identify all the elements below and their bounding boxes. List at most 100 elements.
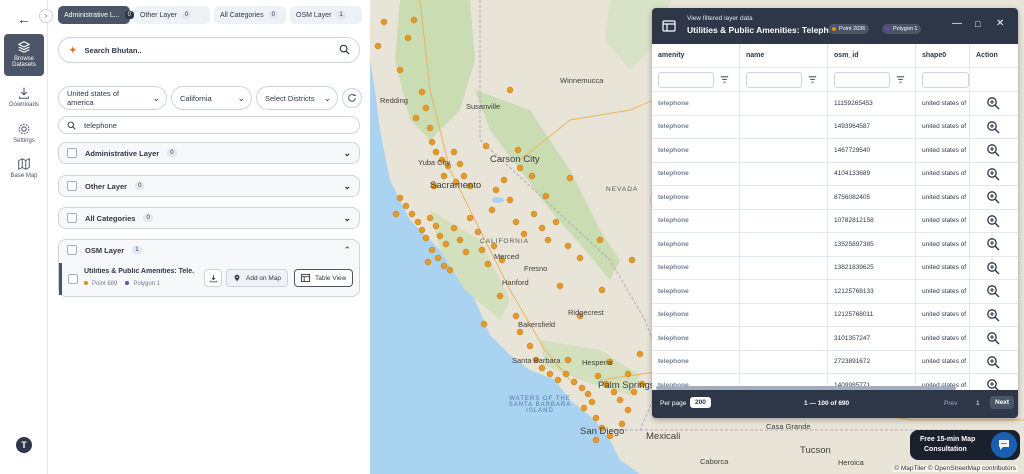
zoom-to-icon[interactable]: [986, 190, 1000, 204]
cell-action: [970, 280, 1018, 303]
table-row[interactable]: telephone 11159265453 united states of: [652, 92, 1018, 116]
refresh-icon: [348, 93, 356, 102]
count-badge: 0: [143, 214, 153, 222]
next-page-button[interactable]: Next: [990, 396, 1015, 409]
tab-other-layer[interactable]: Other Layer 0: [134, 6, 210, 24]
country-select[interactable]: United states of america ⌄: [58, 86, 167, 110]
rail-item-browse-datasets[interactable]: Browse Datasets: [4, 34, 44, 76]
table-row[interactable]: telephone 2723891672 united states of: [652, 350, 1018, 374]
close-icon[interactable]: ✕: [996, 18, 1004, 29]
chat-icon[interactable]: [991, 432, 1017, 458]
table-view-button[interactable]: Table View: [294, 269, 354, 287]
point-count-badge: Point 2036: [828, 24, 870, 34]
table-row[interactable]: telephone 13525897385 united states of: [652, 233, 1018, 257]
chevron-down-icon[interactable]: ⌄: [343, 148, 351, 159]
panel-collapse-button[interactable]: ›: [39, 9, 53, 23]
accordion-other-layer[interactable]: Other Layer 0 ⌄: [58, 175, 360, 197]
layer-checkbox[interactable]: [67, 213, 77, 223]
zoom-to-icon[interactable]: [986, 261, 1000, 275]
rail-item-base-map[interactable]: Base Map: [4, 157, 44, 179]
prev-page-button[interactable]: Prev: [944, 400, 957, 407]
filter-icon[interactable]: [720, 75, 729, 84]
column-header-shape0[interactable]: shape0: [916, 44, 970, 67]
layer-item-meta: Point 689 Polygon 1: [84, 281, 160, 287]
layer-checkbox[interactable]: [67, 245, 77, 255]
add-on-map-button[interactable]: Add on Map: [226, 269, 289, 287]
map-label-city: Susanville: [466, 102, 501, 111]
maximize-icon[interactable]: □: [975, 19, 980, 29]
column-header-amenity[interactable]: amenity: [652, 44, 740, 67]
zoom-to-icon[interactable]: [986, 331, 1000, 345]
zoom-to-icon[interactable]: [986, 96, 1000, 110]
cell-shape0: united states of: [916, 139, 970, 162]
map-label-city: Tucson: [800, 445, 831, 456]
table-row[interactable]: telephone 12125768011 united states of: [652, 303, 1018, 327]
back-arrow-icon[interactable]: ←: [15, 10, 33, 28]
layer-search-input[interactable]: telephone: [58, 116, 360, 134]
map-label-city: Mexicali: [646, 431, 681, 442]
zoom-to-icon[interactable]: [986, 355, 1000, 369]
accordion-all-categories[interactable]: All Categories 0 ⌄: [58, 207, 360, 229]
layer-checkbox[interactable]: [67, 148, 77, 158]
cell-shape0: united states of: [916, 186, 970, 209]
zoom-to-icon[interactable]: [986, 284, 1000, 298]
table-row[interactable]: telephone 1493964587 united states of: [652, 115, 1018, 139]
amenity-filter-input[interactable]: [658, 71, 714, 88]
tab-administrative-layer[interactable]: Administrative L... 0: [58, 6, 134, 24]
polygon-dot-icon: [886, 27, 890, 31]
zoom-to-icon[interactable]: [986, 214, 1000, 228]
chevron-down-icon[interactable]: ⌄: [343, 213, 351, 224]
map-attribution[interactable]: © MapTiler © OpenStreetMap contributors: [892, 465, 1018, 472]
table-row[interactable]: telephone 10782812158 united states of: [652, 209, 1018, 233]
table-row[interactable]: telephone 8756082405 united states of: [652, 186, 1018, 210]
tab-count-badge: 1: [336, 11, 346, 19]
table-icon: [662, 20, 676, 32]
rail-item-settings[interactable]: Settings: [4, 122, 44, 144]
table-row[interactable]: telephone 4104133689 united states of: [652, 162, 1018, 186]
cell-action: [970, 92, 1018, 115]
cell-shape0: united states of: [916, 280, 970, 303]
consultation-button[interactable]: Free 15-min Map Consultation: [910, 430, 1020, 460]
avatar[interactable]: T: [16, 437, 32, 453]
chevron-down-icon[interactable]: ⌄: [343, 181, 351, 192]
tab-all-categories[interactable]: All Categories 0: [214, 6, 286, 24]
layer-checkbox[interactable]: [67, 181, 77, 191]
state-select[interactable]: California ⌄: [171, 86, 252, 110]
layer-item-checkbox[interactable]: [68, 274, 78, 284]
zoom-to-icon[interactable]: [986, 308, 1000, 322]
filter-icon[interactable]: [896, 75, 905, 84]
osm-layer-header[interactable]: OSM Layer 1: [67, 245, 142, 255]
district-select[interactable]: Select Districts ⌄: [256, 86, 338, 110]
search-icon[interactable]: [339, 44, 350, 55]
tab-osm-layer[interactable]: OSM Layer 1: [290, 6, 362, 24]
count-badge: 0: [135, 182, 145, 190]
shape0-filter-input[interactable]: [922, 71, 969, 88]
osm-id-filter-input[interactable]: [834, 71, 890, 88]
table-row[interactable]: telephone 13821839625 united states of: [652, 256, 1018, 280]
cell-name: [740, 115, 828, 138]
table-row[interactable]: telephone 12125768133 united states of: [652, 280, 1018, 304]
column-header-name[interactable]: name: [740, 44, 828, 67]
zoom-to-icon[interactable]: [986, 167, 1000, 181]
map-label-state: NEVADA: [606, 186, 639, 193]
map-label-city: Hanford: [502, 278, 529, 287]
zoom-to-icon[interactable]: [986, 237, 1000, 251]
table-row[interactable]: telephone 3101357247 united states of: [652, 327, 1018, 351]
minimize-icon[interactable]: —: [952, 18, 962, 29]
filter-cell-shape0: [916, 68, 970, 91]
zoom-to-icon[interactable]: [986, 143, 1000, 157]
zoom-to-icon[interactable]: [986, 120, 1000, 134]
per-page-select[interactable]: 200: [690, 397, 711, 408]
download-button[interactable]: [204, 269, 222, 287]
filter-icon[interactable]: [808, 75, 817, 84]
accordion-administrative-layer[interactable]: Administrative Layer 0 ⌄: [58, 142, 360, 164]
search-input[interactable]: ✦ Search Bhutan..: [58, 37, 360, 63]
name-filter-input[interactable]: [746, 71, 802, 88]
window-header[interactable]: View filtered layer data Utilities & Pub…: [652, 8, 1018, 44]
cell-name: [740, 186, 828, 209]
chevron-up-icon[interactable]: ⌃: [343, 245, 351, 256]
table-row[interactable]: telephone 1467729540 united states of: [652, 139, 1018, 163]
column-header-osm-id[interactable]: osm_id: [828, 44, 916, 67]
rail-item-downloads[interactable]: Downloads: [4, 86, 44, 108]
refresh-button[interactable]: [342, 88, 362, 108]
